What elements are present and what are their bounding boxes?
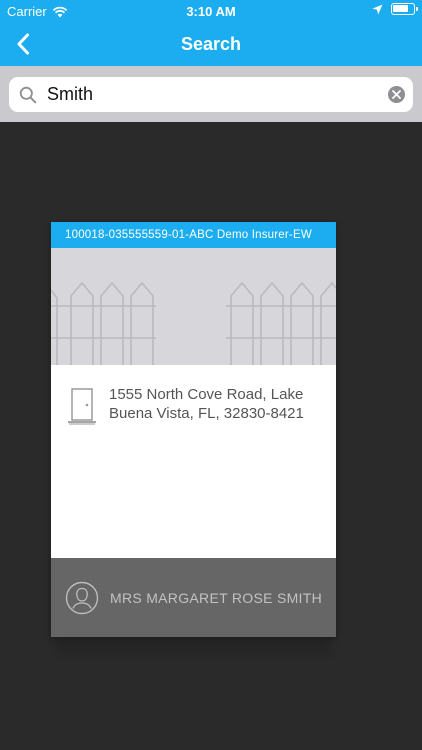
status-bar: Carrier 3:10 AM	[0, 0, 422, 22]
search-bar	[0, 66, 422, 122]
status-time: 3:10 AM	[186, 4, 236, 19]
result-card[interactable]: 100018-035555559-01-ABC Demo Insurer-EW	[51, 222, 336, 637]
owner-name: MRS MARGARET ROSE SMITH	[110, 589, 322, 606]
clear-icon[interactable]	[388, 86, 405, 103]
property-address: 1555 North Cove Road, Lake Buena Vista, …	[109, 385, 329, 423]
address-line-1: 1555 North Cove Road, Lake	[109, 386, 304, 403]
status-indicators	[372, 3, 418, 15]
search-input[interactable]	[47, 84, 377, 105]
card-owner: MRS MARGARET ROSE SMITH	[51, 558, 336, 637]
door-icon	[67, 387, 97, 425]
card-policy-id: 100018-035555559-01-ABC Demo Insurer-EW	[51, 222, 336, 248]
app-header: Carrier 3:10 AM Search	[0, 0, 422, 66]
search-field[interactable]	[9, 77, 413, 112]
picket-fence-icon	[51, 248, 336, 365]
search-icon	[17, 84, 39, 106]
person-icon	[65, 581, 99, 615]
card-body: 1555 North Cove Road, Lake Buena Vista, …	[51, 365, 336, 558]
navigation-bar: Search	[0, 22, 422, 66]
location-arrow-icon	[372, 4, 383, 14]
battery-icon	[391, 3, 418, 15]
page-title: Search	[180, 34, 242, 54]
address-line-2: Buena Vista, FL, 32830-8421	[109, 405, 304, 422]
card-shadow	[56, 640, 330, 654]
